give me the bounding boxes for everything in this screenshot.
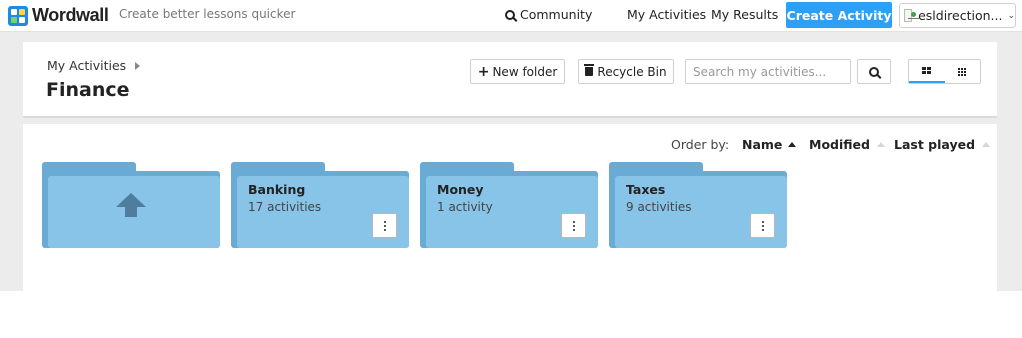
my-results-link[interactable]: My Results bbox=[711, 7, 778, 22]
sort-by-modified[interactable]: Modified bbox=[809, 137, 885, 152]
chevron-down-icon: ⌄ bbox=[1007, 10, 1015, 21]
recycle-bin-label: Recycle Bin bbox=[597, 64, 667, 79]
search-button[interactable] bbox=[857, 59, 891, 84]
arrow-up-icon bbox=[116, 193, 146, 217]
folder-contents-panel: Order by: Name Modified Last played Bank… bbox=[23, 124, 997, 291]
brand-name: Wordwall bbox=[32, 5, 109, 25]
sort-by-name[interactable]: Name bbox=[742, 137, 797, 152]
my-activities-link[interactable]: My Activities bbox=[627, 7, 706, 22]
breadcrumb-my-activities[interactable]: My Activities bbox=[47, 58, 126, 73]
new-folder-label: New folder bbox=[492, 64, 558, 79]
view-toggle bbox=[908, 59, 981, 84]
sort-by-last-played[interactable]: Last played bbox=[894, 137, 991, 152]
folder-taxes[interactable]: Taxes 9 activities bbox=[609, 162, 787, 248]
folder-name: Banking bbox=[248, 182, 306, 197]
plus-icon: + bbox=[477, 63, 490, 80]
small-grid-icon bbox=[958, 67, 967, 76]
folder-name: Money bbox=[437, 182, 484, 197]
sort-option-label: Modified bbox=[809, 137, 870, 152]
wordwall-logo-icon bbox=[8, 5, 28, 26]
top-navigation-bar: Wordwall Create better lessons quicker C… bbox=[0, 0, 1022, 32]
user-name: esldirection... bbox=[918, 8, 1003, 23]
search-icon bbox=[869, 66, 879, 77]
large-grid-view-button[interactable] bbox=[909, 60, 945, 83]
folder-name: Taxes bbox=[626, 182, 666, 197]
small-grid-view-button[interactable] bbox=[945, 60, 981, 83]
folder-options-button[interactable] bbox=[372, 213, 397, 238]
folder-money[interactable]: Money 1 activity bbox=[420, 162, 598, 248]
create-activity-button[interactable]: Create Activity bbox=[786, 2, 892, 28]
community-link[interactable]: Community bbox=[505, 7, 592, 22]
caret-right-icon bbox=[135, 61, 141, 70]
sort-ascending-icon bbox=[876, 142, 885, 147]
large-grid-icon bbox=[922, 67, 932, 74]
breadcrumb: My Activities bbox=[47, 58, 141, 73]
sort-option-label: Last played bbox=[894, 137, 976, 152]
search-icon bbox=[505, 9, 515, 20]
folder-activity-count: 9 activities bbox=[626, 200, 692, 214]
folder-activity-count: 1 activity bbox=[437, 200, 493, 214]
folder-activity-count: 17 activities bbox=[248, 200, 322, 214]
recycle-bin-button[interactable]: Recycle Bin bbox=[578, 59, 674, 84]
folder-options-button[interactable] bbox=[561, 213, 586, 238]
search-input[interactable]: Search my activities... bbox=[685, 59, 851, 84]
page-title: Finance bbox=[46, 79, 130, 101]
folder-up[interactable] bbox=[42, 162, 220, 248]
community-label: Community bbox=[520, 7, 593, 22]
sort-option-label: Name bbox=[742, 137, 783, 152]
wordwall-logo[interactable]: Wordwall bbox=[8, 5, 109, 26]
trash-icon bbox=[584, 64, 595, 76]
order-by-label: Order by: bbox=[671, 137, 730, 152]
folder-header-card: My Activities Finance + New folder Recyc… bbox=[23, 42, 997, 118]
tagline: Create better lessons quicker bbox=[119, 7, 296, 21]
sort-ascending-icon bbox=[788, 142, 797, 147]
sort-ascending-icon bbox=[982, 142, 991, 147]
avatar-icon bbox=[904, 9, 920, 22]
folder-banking[interactable]: Banking 17 activities bbox=[231, 162, 409, 248]
new-folder-button[interactable]: + New folder bbox=[470, 59, 565, 84]
folder-options-button[interactable] bbox=[750, 213, 775, 238]
user-menu-button[interactable]: esldirection... ⌄ bbox=[899, 3, 1016, 28]
